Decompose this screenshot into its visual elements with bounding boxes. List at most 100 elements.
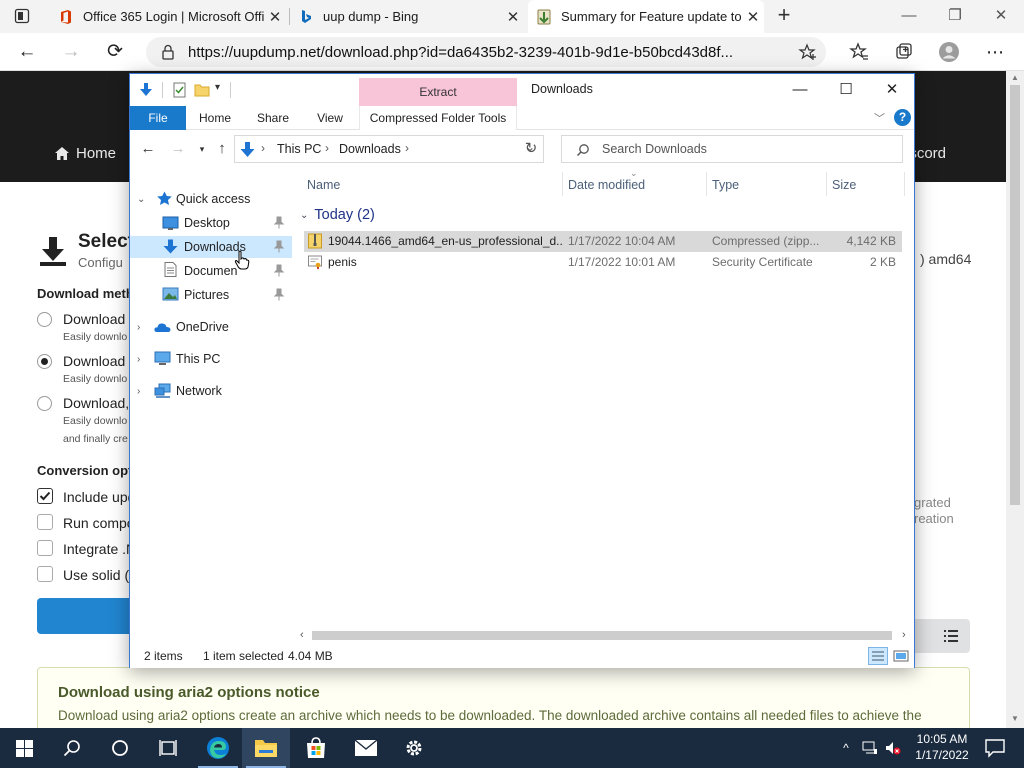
task-view-button[interactable] [144, 728, 192, 768]
column-header-type[interactable]: Type [712, 168, 826, 202]
ribbon-tab-compressed-folder-tools[interactable]: Compressed Folder Tools [359, 106, 517, 130]
explorer-close-button[interactable]: ✕ [869, 74, 915, 106]
column-header-size[interactable]: Size [832, 168, 902, 202]
show-hidden-icons-chevron-icon[interactable]: ^ [838, 740, 854, 756]
list-button[interactable] [932, 619, 970, 653]
horizontal-scrollbar[interactable]: ‹ › [296, 627, 914, 644]
path-chevron-icon[interactable]: › [325, 141, 329, 155]
new-folder-icon[interactable] [194, 82, 210, 98]
column-separator[interactable] [562, 172, 563, 196]
scrollbar-thumb[interactable] [1010, 85, 1020, 505]
close-tab-icon[interactable]: ✕ [502, 8, 524, 26]
nav-downloads[interactable]: Downloads [130, 236, 292, 258]
volume-muted-icon[interactable] [885, 740, 901, 756]
close-window-button[interactable]: ✕ [978, 0, 1024, 33]
explorer-maximize-button[interactable]: ☐ [823, 74, 869, 106]
start-button[interactable] [0, 728, 48, 768]
download-option-radio-2[interactable] [37, 354, 52, 369]
taskbar-store[interactable] [292, 728, 340, 768]
nav-quick-access[interactable]: ⌄ Quick access [130, 188, 292, 210]
restore-button[interactable]: ❐ [932, 0, 978, 33]
download-option-radio-1[interactable] [37, 312, 52, 327]
tab-office365[interactable]: Office 365 Login | Microsoft Office ✕ [52, 0, 286, 33]
column-separator[interactable] [904, 172, 905, 196]
taskbar-settings[interactable] [390, 728, 438, 768]
group-header-today[interactable]: ⌄ Today (2) [300, 207, 375, 223]
hscroll-thumb[interactable] [312, 631, 892, 640]
column-header-date-modified[interactable]: Date modified [568, 168, 704, 202]
breadcrumb-downloads[interactable]: Downloads [339, 142, 401, 156]
action-center-icon[interactable] [983, 736, 1007, 760]
column-separator[interactable] [826, 172, 827, 196]
up-button[interactable]: ↑ [212, 139, 232, 159]
collapse-icon[interactable]: ⌄ [137, 194, 145, 205]
taskbar-mail[interactable] [342, 728, 390, 768]
favorites-icon[interactable] [848, 41, 870, 63]
address-path[interactable]: › This PC › Downloads › ⌄ [234, 135, 544, 163]
scroll-up-arrow-icon[interactable]: ▲ [1006, 73, 1024, 85]
customize-qat-icon[interactable]: ▾ [215, 82, 220, 93]
explorer-back-button[interactable]: ← [138, 139, 158, 159]
ribbon-tab-view[interactable]: View [308, 106, 352, 130]
taskbar-edge[interactable] [194, 728, 242, 768]
nav-this-pc[interactable]: › This PC [130, 348, 292, 370]
scroll-right-arrow-icon[interactable]: › [902, 629, 906, 641]
details-view-icon[interactable] [868, 647, 888, 665]
back-button[interactable]: ← [12, 37, 42, 67]
settings-more-button[interactable]: ⋯ [980, 37, 1010, 67]
recent-locations-icon[interactable]: ▾ [192, 139, 212, 159]
nav-onedrive[interactable]: › OneDrive [130, 316, 292, 338]
page-scrollbar[interactable]: ▲ ▼ [1006, 71, 1024, 728]
nav-documents[interactable]: Documen [130, 260, 292, 282]
explorer-forward-button[interactable]: → [168, 139, 188, 159]
lock-icon[interactable] [160, 44, 176, 60]
tab-uupdump[interactable]: Summary for Feature update to Windows ✕ [528, 0, 764, 33]
help-icon[interactable]: ? [894, 109, 911, 126]
scroll-down-arrow-icon[interactable]: ▼ [1006, 714, 1024, 726]
expand-icon[interactable]: › [137, 322, 140, 333]
minimize-button[interactable]: — [886, 0, 932, 33]
file-row[interactable]: penis 1/17/2022 10:01 AM Security Certif… [304, 252, 902, 273]
conversion-check-2[interactable] [37, 514, 53, 530]
tab-bing[interactable]: uup dump - Bing ✕ [294, 0, 524, 33]
refresh-button[interactable]: ⟳ [100, 37, 130, 67]
profile-avatar-icon[interactable] [938, 41, 960, 63]
close-tab-icon[interactable]: ✕ [742, 8, 764, 26]
ribbon-tab-file[interactable]: File [130, 106, 186, 130]
url-field[interactable]: https://uupdump.net/download.php?id=da64… [146, 37, 826, 67]
collections-icon[interactable] [893, 41, 915, 63]
explorer-minimize-button[interactable]: — [777, 74, 823, 106]
close-tab-icon[interactable]: ✕ [264, 8, 286, 26]
group-collapse-icon[interactable]: ⌄ [300, 210, 308, 221]
extract-context-tab[interactable]: Extract [359, 78, 517, 106]
new-tab-button[interactable]: + [772, 4, 796, 28]
ribbon-expand-icon[interactable]: ﹀ [874, 110, 885, 126]
nav-network[interactable]: › Network [130, 380, 292, 402]
expand-icon[interactable]: › [137, 354, 140, 365]
nav-desktop[interactable]: Desktop [130, 212, 292, 234]
file-row[interactable]: 19044.1466_amd64_en-us_professional_d...… [304, 231, 902, 252]
cortana-button[interactable] [96, 728, 144, 768]
conversion-check-4[interactable] [37, 566, 53, 582]
search-box[interactable]: Search Downloads [561, 135, 903, 163]
download-option-radio-3[interactable] [37, 396, 52, 411]
refresh-icon[interactable]: ↻ [521, 139, 541, 159]
create-download-package-button[interactable] [37, 598, 137, 634]
column-header-name[interactable]: Name [307, 168, 557, 202]
conversion-check-3[interactable] [37, 540, 53, 556]
nav-pictures[interactable]: Pictures [130, 284, 292, 306]
path-chevron-icon[interactable]: › [261, 141, 265, 155]
taskbar-file-explorer[interactable] [242, 728, 290, 768]
network-tray-icon[interactable] [862, 740, 878, 756]
ribbon-tab-home[interactable]: Home [192, 106, 238, 130]
add-favorite-icon[interactable] [798, 42, 818, 62]
properties-icon[interactable] [172, 82, 188, 98]
large-icons-view-icon[interactable] [891, 647, 911, 665]
nav-home-link[interactable]: Home [54, 145, 116, 162]
column-separator[interactable] [706, 172, 707, 196]
expand-icon[interactable]: › [137, 386, 140, 397]
conversion-check-1[interactable] [37, 488, 53, 504]
scroll-left-arrow-icon[interactable]: ‹ [300, 629, 304, 641]
clock[interactable]: 10:05 AM 1/17/2022 [905, 731, 979, 763]
breadcrumb-this-pc[interactable]: This PC [277, 142, 321, 156]
